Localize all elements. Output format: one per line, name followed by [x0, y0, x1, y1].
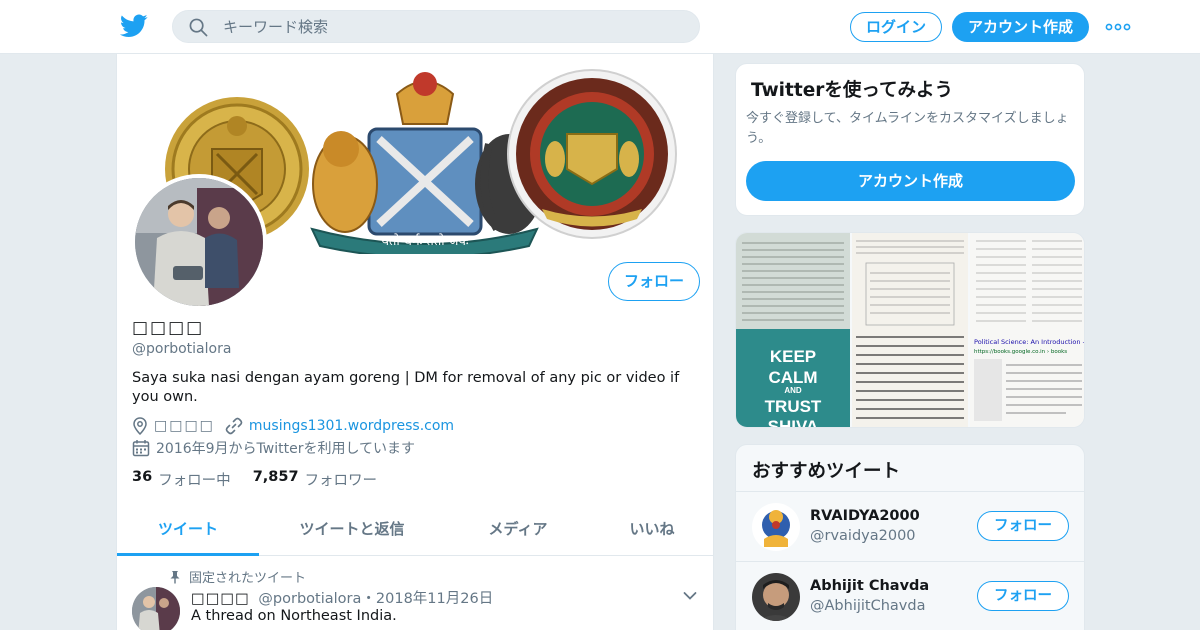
profile-media-grid: KEEP CALM AND TRUST SHIVA Political Scie…	[735, 232, 1085, 428]
following-label[interactable]: フォロー中	[158, 469, 231, 490]
tweet-author-avatar[interactable]	[132, 587, 180, 630]
pinned-tweet-indicator: 固定されたツイート	[169, 567, 306, 586]
svg-text:Political Science: An Introduc: Political Science: An Introduction - Pag…	[974, 338, 1085, 346]
media-thumbnails[interactable]: KEEP CALM AND TRUST SHIVA Political Scie…	[736, 233, 1085, 428]
calendar-icon	[132, 440, 150, 457]
tweet-date[interactable]: ・2018年11月26日	[361, 591, 493, 607]
media-thumb-keep-calm-poster: KEEP CALM AND TRUST SHIVA	[736, 329, 850, 428]
tweet-text: A thread on Northeast India.	[191, 608, 397, 624]
followers-count[interactable]: 7,857	[253, 469, 299, 490]
tab-tweets[interactable]: ツイート	[117, 506, 259, 556]
recommended-user-item[interactable]: Abhijit Chavda @AbhijitChavda フォロー	[736, 561, 1084, 630]
recommended-tweets-card: おすすめツイート RVAIDYA2000 @rvaidya2000 フォロー A…	[735, 444, 1085, 630]
followers-label[interactable]: フォロワー	[305, 469, 378, 490]
tab-likes[interactable]: いいね	[615, 506, 689, 556]
svg-text:यतो धर्मः ततो जयः: यतो धर्मः ततो जयः	[381, 233, 468, 249]
follow-button[interactable]: フォロー	[608, 262, 700, 301]
more-horizontal-icon[interactable]	[1105, 18, 1131, 36]
recommended-user-item[interactable]: RVAIDYA2000 @rvaidya2000 フォロー	[736, 491, 1084, 561]
media-thumb-google-books: Political Science: An Introduction - Pag…	[970, 233, 1085, 427]
svg-text:https://books.google.co.in › b: https://books.google.co.in › books	[974, 349, 1067, 355]
signup-button[interactable]: アカウント作成	[952, 12, 1089, 42]
media-thumb-book-page	[852, 233, 968, 427]
recommended-user-handle[interactable]: @AbhijitChavda	[810, 598, 925, 614]
login-button[interactable]: ログイン	[850, 12, 942, 42]
green-seal-emblem	[507, 69, 677, 239]
search-bar	[172, 10, 700, 43]
profile-display-name: □□□□	[132, 318, 205, 338]
svg-text:AND: AND	[784, 386, 802, 395]
signup-promo-card: Twitterを使ってみよう 今すぐ登録して、タイムラインをカスタマイズしましょ…	[735, 63, 1085, 216]
chevron-down-icon[interactable]	[683, 591, 697, 601]
location-pin-icon	[133, 417, 147, 435]
recommended-follow-button[interactable]: フォロー	[977, 581, 1069, 611]
profile-tabs: ツイート ツイートと返信 メディア いいね	[117, 506, 713, 556]
recommended-user-avatar[interactable]	[752, 573, 800, 621]
profile-joined-row: 2016年9月からTwitterを利用しています	[132, 438, 415, 458]
profile-avatar[interactable]	[131, 174, 267, 310]
recommended-user-handle[interactable]: @rvaidya2000	[810, 528, 916, 544]
profile-stats: 36 フォロー中 7,857 フォロワー	[132, 469, 399, 490]
signup-card-button[interactable]: アカウント作成	[746, 161, 1075, 201]
recommended-title: おすすめツイート	[752, 461, 901, 482]
signup-card-title: Twitterを使ってみよう	[751, 80, 953, 101]
profile-column: यतो धर्मः ततो जयः フォロー □□□□ @porbotialor…	[116, 54, 714, 630]
media-thumb-scanned-page	[736, 233, 850, 329]
recommended-user-name[interactable]: RVAIDYA2000	[810, 508, 920, 524]
profile-bio: Saya suka nasi dengan ayam goreng | DM f…	[132, 370, 680, 405]
recommended-user-name[interactable]: Abhijit Chavda	[810, 578, 929, 594]
signup-card-description: 今すぐ登録して、タイムラインをカスタマイズしましょう。	[746, 111, 1069, 146]
twitter-bird-icon[interactable]	[120, 14, 148, 38]
svg-text:CALM: CALM	[768, 368, 817, 387]
tab-tweets-and-replies[interactable]: ツイートと返信	[279, 506, 425, 556]
tweet-header: □□□□ @porbotialora・2018年11月26日	[191, 587, 493, 608]
svg-text:KEEP: KEEP	[770, 347, 816, 366]
recommended-follow-button[interactable]: フォロー	[977, 511, 1069, 541]
svg-text:SHIVA: SHIVA	[768, 417, 819, 428]
profile-website-text[interactable]: musings1301.wordpress.com	[249, 418, 454, 434]
tweet-author-handle[interactable]: @porbotialora	[258, 591, 361, 607]
search-input[interactable]	[223, 11, 683, 42]
search-icon	[189, 18, 208, 37]
profile-website-link[interactable]: musings1301.wordpress.com	[225, 417, 454, 435]
profile-location: □□□□	[154, 418, 215, 434]
svg-text:TRUST: TRUST	[765, 397, 822, 416]
profile-joined-date: 2016年9月からTwitterを利用しています	[156, 441, 416, 457]
profile-location-row: □□□□ musings1301.wordpress.com	[132, 417, 454, 435]
link-icon	[225, 417, 243, 435]
tab-media[interactable]: メディア	[473, 506, 563, 556]
tweet-author-name[interactable]: □□□□	[191, 591, 250, 607]
profile-handle[interactable]: @porbotialora	[132, 341, 231, 357]
pinned-label: 固定されたツイート	[189, 571, 307, 586]
recommended-user-avatar[interactable]	[752, 503, 800, 551]
following-count[interactable]: 36	[132, 469, 152, 490]
pin-icon	[170, 570, 180, 583]
top-navigation-bar: ログイン アカウント作成	[0, 0, 1200, 54]
